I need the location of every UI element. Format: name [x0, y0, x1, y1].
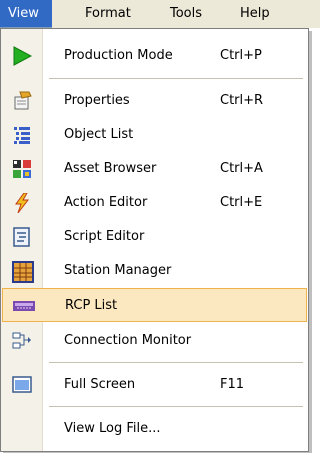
separator: [49, 362, 303, 363]
app-window: View Format Tools Help Production Mode C…: [0, 0, 320, 453]
menu-item-label: Connection Monitor: [64, 333, 192, 348]
menu-bar: View Format Tools Help: [0, 0, 320, 28]
menu-format[interactable]: Format: [85, 0, 131, 28]
play-icon: [12, 46, 33, 66]
menu-item-object-list[interactable]: Object List: [2, 118, 307, 152]
station-manager-icon: [12, 261, 34, 283]
menu-item-asset-browser[interactable]: Asset Browser Ctrl+A: [2, 152, 307, 186]
menu-item-shortcut: Ctrl+A: [220, 161, 263, 176]
menu-item-view-log-file[interactable]: View Log File...: [2, 412, 307, 446]
separator: [49, 406, 303, 407]
rcp-list-icon: [13, 296, 35, 316]
menu-item-shortcut: Ctrl+E: [220, 195, 263, 210]
menu-item-label: Action Editor: [64, 195, 148, 210]
menu-item-label: RCP List: [65, 298, 118, 313]
separator: [49, 78, 303, 79]
menu-help[interactable]: Help: [240, 0, 270, 28]
lightning-icon: [12, 192, 32, 214]
menu-item-full-screen[interactable]: Full Screen F11: [2, 368, 307, 402]
script-icon: [12, 227, 32, 247]
asset-browser-icon: [12, 159, 32, 179]
menu-item-label: Asset Browser: [64, 161, 157, 176]
connection-monitor-icon: [12, 331, 32, 351]
object-list-icon: [12, 125, 32, 145]
menu-item-label: Object List: [64, 127, 134, 142]
menu-item-label: Production Mode: [64, 48, 173, 63]
menu-item-label: Properties: [64, 93, 130, 108]
view-menu-dropdown: Production Mode Ctrl+P Properties Ctrl+R: [0, 28, 309, 452]
menu-item-connection-monitor[interactable]: Connection Monitor: [2, 324, 307, 358]
menu-item-station-manager[interactable]: Station Manager: [2, 254, 307, 288]
menu-item-production-mode[interactable]: Production Mode Ctrl+P: [2, 39, 307, 73]
menu-item-shortcut: Ctrl+R: [220, 93, 264, 108]
menu-item-properties[interactable]: Properties Ctrl+R: [2, 84, 307, 118]
menu-view[interactable]: View: [0, 0, 52, 28]
menu-item-label: View Log File...: [64, 421, 161, 436]
menu-item-label: Script Editor: [64, 229, 145, 244]
menu-item-script-editor[interactable]: Script Editor: [2, 220, 307, 254]
full-screen-icon: [12, 375, 32, 395]
menu-item-label: Station Manager: [64, 263, 172, 278]
menu-item-rcp-list[interactable]: RCP List: [2, 288, 307, 322]
properties-icon: [12, 91, 32, 111]
menu-item-shortcut: F11: [220, 377, 245, 392]
menu-item-label: Full Screen: [64, 377, 136, 392]
menu-item-action-editor[interactable]: Action Editor Ctrl+E: [2, 186, 307, 220]
menu-tools[interactable]: Tools: [170, 0, 202, 28]
menu-item-shortcut: Ctrl+P: [220, 48, 262, 63]
